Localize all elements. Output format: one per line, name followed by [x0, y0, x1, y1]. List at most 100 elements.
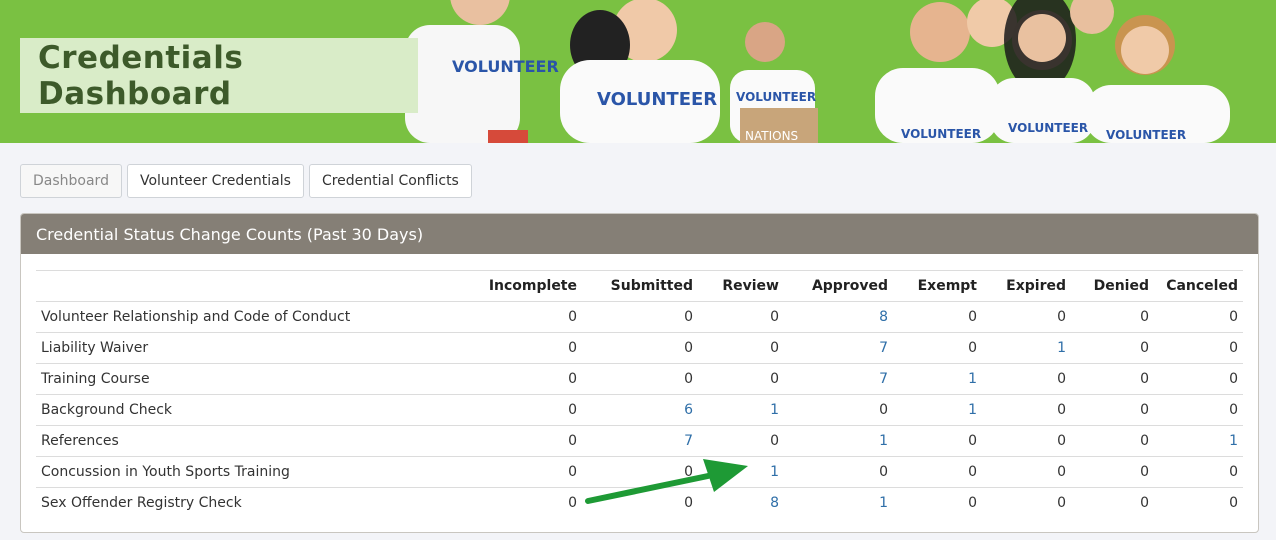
volunteer-figure: VOLUNTEER: [1070, 0, 1230, 143]
credential-name: Background Check: [36, 394, 456, 426]
count-expired: 0: [982, 487, 1071, 518]
shirt-label: VOLUNTEER: [597, 89, 717, 110]
count-submitted: 0: [582, 301, 698, 333]
table-row: References 0 7 0 1 0 0 0 1: [36, 425, 1243, 457]
shirt-label: VOLUNTEER: [901, 127, 981, 141]
table-row: Volunteer Relationship and Code of Condu…: [36, 301, 1243, 333]
count-incomplete: 0: [456, 363, 582, 395]
count-submitted: 0: [582, 363, 698, 395]
count-review[interactable]: 8: [698, 487, 784, 518]
count-canceled: 0: [1154, 487, 1243, 518]
table-row: Background Check 0 6 1 0 1 0 0 0: [36, 394, 1243, 426]
count-exempt[interactable]: 1: [893, 363, 982, 395]
count-denied: 0: [1071, 301, 1154, 333]
count-expired: 0: [982, 425, 1071, 457]
count-denied: 0: [1071, 332, 1154, 364]
count-incomplete: 0: [456, 425, 582, 457]
page-title: Credentials Dashboard: [38, 39, 244, 112]
credential-name: Concussion in Youth Sports Training: [36, 456, 456, 488]
column-header-denied: Denied: [1071, 270, 1154, 302]
tab-volunteer-credentials[interactable]: Volunteer Credentials: [126, 164, 304, 198]
count-review: 0: [698, 425, 784, 457]
shirt-label: VOLUNTEER: [736, 90, 816, 104]
count-denied: 0: [1071, 456, 1154, 488]
count-review: 0: [698, 363, 784, 395]
count-expired: 0: [982, 394, 1071, 426]
column-header-incomplete: Incomplete: [456, 270, 582, 302]
count-exempt: 0: [893, 332, 982, 364]
count-canceled: 0: [1154, 301, 1243, 333]
count-denied: 0: [1071, 425, 1154, 457]
count-canceled: 0: [1154, 456, 1243, 488]
shirt-label: VOLUNTEER: [452, 57, 559, 76]
count-approved: 0: [784, 456, 893, 488]
count-denied: 0: [1071, 363, 1154, 395]
count-incomplete: 0: [456, 456, 582, 488]
tab-dashboard[interactable]: Dashboard: [20, 164, 122, 198]
shirt-label: VOLUNTEER: [1106, 128, 1186, 142]
panel-title: Credential Status Change Counts (Past 30…: [21, 214, 1258, 254]
status-counts-table: Incomplete Submitted Review Approved Exe…: [36, 270, 1243, 518]
count-submitted[interactable]: 6: [582, 394, 698, 426]
count-expired[interactable]: 1: [982, 332, 1071, 364]
table-body: Volunteer Relationship and Code of Condu…: [36, 301, 1243, 518]
count-canceled: 0: [1154, 394, 1243, 426]
credential-name: Liability Waiver: [36, 332, 456, 364]
title-box: Credentials Dashboard: [20, 38, 418, 113]
count-approved[interactable]: 8: [784, 301, 893, 333]
count-review: 0: [698, 332, 784, 364]
count-review: 0: [698, 301, 784, 333]
count-incomplete: 0: [456, 394, 582, 426]
credential-name: Training Course: [36, 363, 456, 395]
count-exempt: 0: [893, 301, 982, 333]
column-header-expired: Expired: [982, 270, 1071, 302]
count-incomplete: 0: [456, 487, 582, 518]
table-header-row: Incomplete Submitted Review Approved Exe…: [36, 270, 1243, 302]
volunteer-figure: VOLUNTEER NATIONS: [730, 22, 818, 143]
table-row: Concussion in Youth Sports Training 0 0 1 0 0…: [36, 456, 1243, 488]
count-denied: 0: [1071, 487, 1154, 518]
count-expired: 0: [982, 456, 1071, 488]
count-exempt[interactable]: 1: [893, 394, 982, 426]
count-approved[interactable]: 1: [784, 425, 893, 457]
count-denied: 0: [1071, 394, 1154, 426]
credential-name: References: [36, 425, 456, 457]
tab-credential-conflicts[interactable]: Credential Conflicts: [308, 164, 472, 198]
credential-name: Volunteer Relationship and Code of Condu…: [36, 301, 456, 333]
count-expired: 0: [982, 363, 1071, 395]
count-expired: 0: [982, 301, 1071, 333]
header-banner: VOLUNTEER VOLUNTEER VOLUNTEER NATIONS VO…: [0, 0, 1276, 143]
count-incomplete: 0: [456, 332, 582, 364]
count-approved[interactable]: 1: [784, 487, 893, 518]
table-row: Liability Waiver 0 0 0 7 0 1 0 0: [36, 332, 1243, 364]
count-approved[interactable]: 7: [784, 332, 893, 364]
volunteer-figure: VOLUNTEER: [405, 0, 559, 143]
column-header-canceled: Canceled: [1154, 270, 1243, 302]
count-canceled: 0: [1154, 332, 1243, 364]
count-exempt: 0: [893, 487, 982, 518]
column-header-approved: Approved: [784, 270, 893, 302]
shirt-label: VOLUNTEER: [1008, 121, 1088, 135]
count-review[interactable]: 1: [698, 456, 784, 488]
table-row: Sex Offender Registry Check 0 0 8 1 0 0 0 0: [36, 487, 1243, 518]
status-counts-panel: Credential Status Change Counts (Past 30…: [20, 213, 1259, 533]
count-approved: 0: [784, 394, 893, 426]
count-submitted: 0: [582, 487, 698, 518]
column-header-submitted: Submitted: [582, 270, 698, 302]
column-header-exempt: Exempt: [893, 270, 982, 302]
count-exempt: 0: [893, 456, 982, 488]
count-submitted: 0: [582, 456, 698, 488]
count-canceled[interactable]: 1: [1154, 425, 1243, 457]
count-incomplete: 0: [456, 301, 582, 333]
box-label: NATIONS: [745, 129, 798, 143]
count-submitted: 0: [582, 332, 698, 364]
count-approved[interactable]: 7: [784, 363, 893, 395]
count-review[interactable]: 1: [698, 394, 784, 426]
count-exempt: 0: [893, 425, 982, 457]
table-row: Training Course 0 0 0 7 1 0 0 0: [36, 363, 1243, 395]
tab-bar: Dashboard Volunteer Credentials Credenti…: [20, 164, 472, 198]
volunteer-figure: VOLUNTEER: [560, 0, 720, 143]
column-header-review: Review: [698, 270, 784, 302]
column-header-credential: [36, 270, 456, 302]
count-submitted[interactable]: 7: [582, 425, 698, 457]
